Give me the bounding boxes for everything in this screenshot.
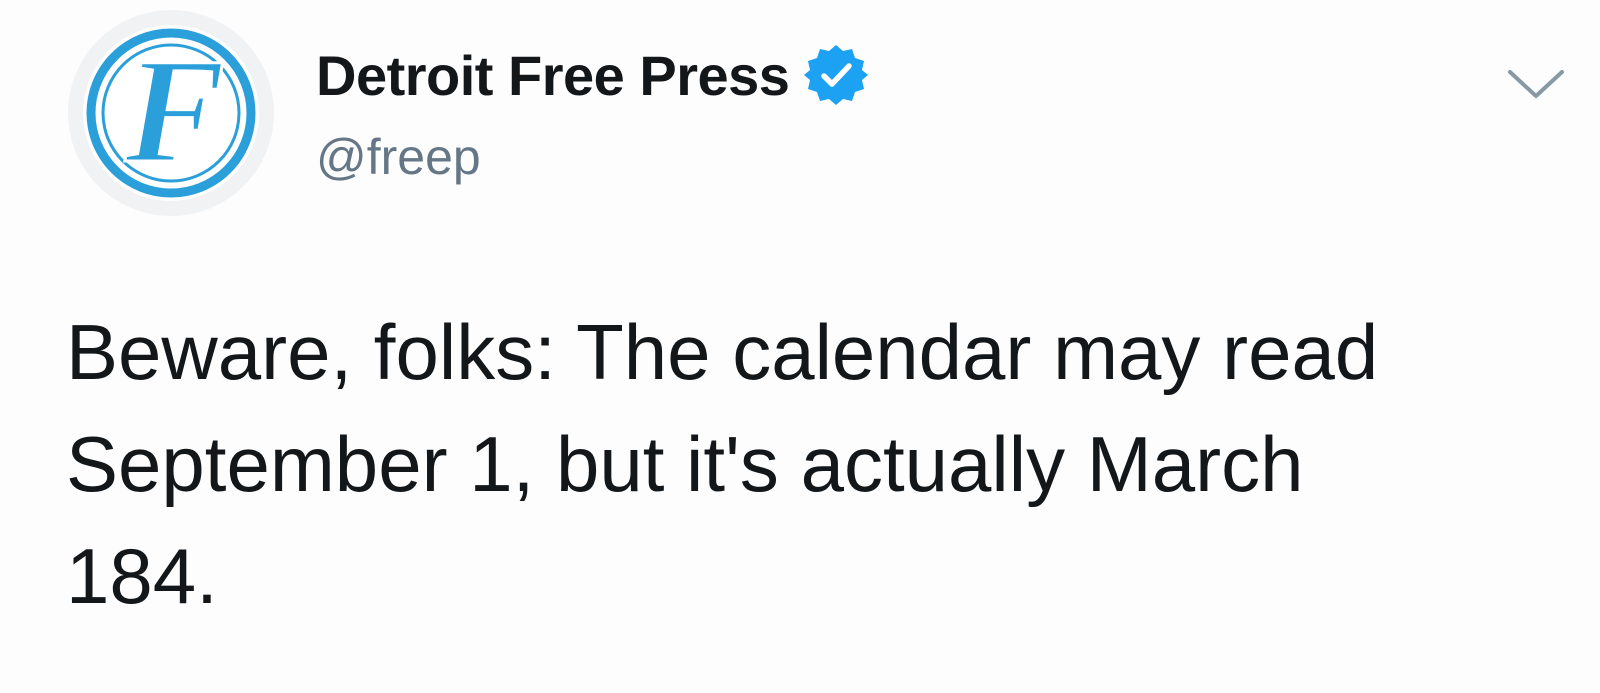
verified-badge-icon — [803, 42, 869, 108]
freep-logo-icon: F — [83, 25, 259, 201]
author-display-name[interactable]: Detroit Free Press — [316, 43, 790, 108]
tweet-card: F Detroit Free Press @freep Beware, folk… — [0, 0, 1600, 693]
chevron-down-icon[interactable] — [1504, 64, 1568, 104]
svg-text:F: F — [124, 28, 225, 194]
tweet-text: Beware, folks: The calendar may read Sep… — [66, 296, 1576, 632]
tweet-text-line: 184. — [66, 532, 218, 620]
tweet-text-line: Beware, folks: The calendar may read — [66, 308, 1379, 396]
author-handle[interactable]: @freep — [316, 128, 481, 186]
avatar[interactable]: F — [68, 10, 274, 216]
tweet-text-line: September 1, but it's actually March — [66, 420, 1304, 508]
author-name-row: Detroit Free Press — [316, 40, 869, 110]
